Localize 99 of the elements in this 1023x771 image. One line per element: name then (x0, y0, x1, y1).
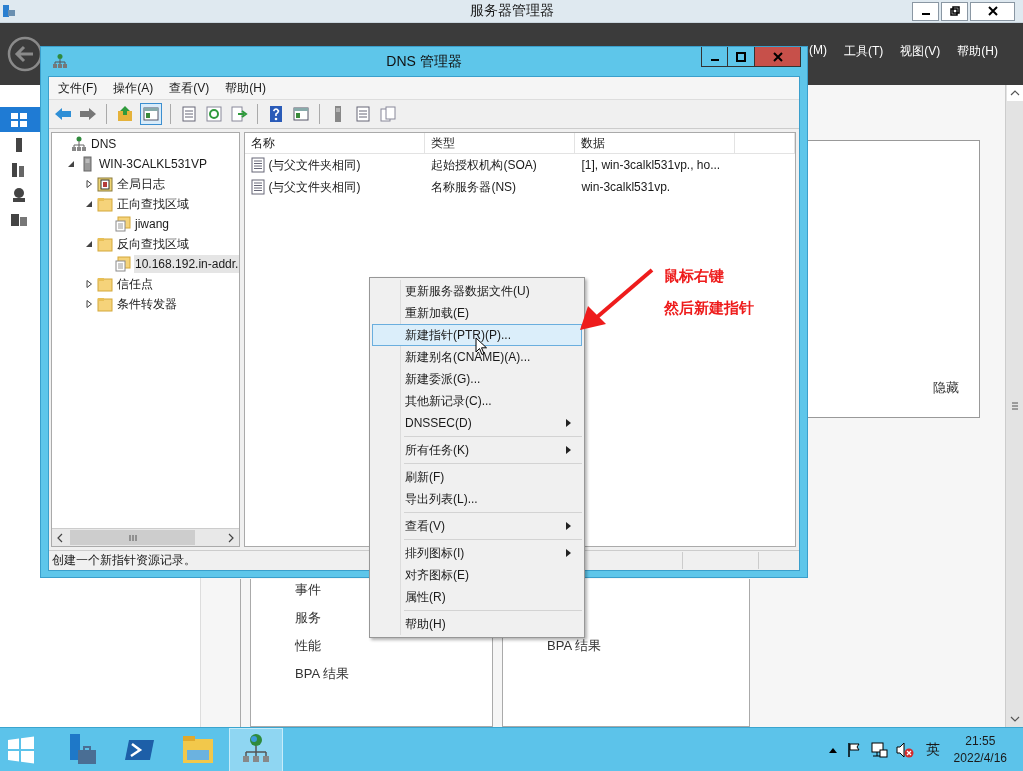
zone-icon (115, 216, 131, 232)
tree-item[interactable]: 信任点 (116, 273, 154, 295)
tile-link[interactable]: 性能 (295, 637, 492, 655)
minimize-button[interactable] (701, 47, 728, 67)
folder-icon (97, 196, 113, 212)
menu-item[interactable]: 新建委派(G)... (372, 368, 582, 390)
minimize-icon (921, 13, 930, 15)
menu-item[interactable]: 导出列表(L)... (372, 488, 582, 510)
zone-icon (115, 256, 131, 272)
window-title: 服务器管理器 (469, 2, 554, 20)
table-cell: [1], win-3calkl531vp., ho... (581, 158, 721, 172)
collapse-triangle-icon[interactable] (84, 199, 94, 209)
dns-app-icon (52, 53, 68, 69)
record-icon (250, 179, 267, 195)
menu-item[interactable]: 更新服务器数据文件(U) (372, 280, 582, 302)
network-icon[interactable] (869, 742, 888, 758)
folder-icon (97, 296, 113, 312)
column-header[interactable]: 数据 (575, 133, 736, 153)
table-cell: win-3calkl531vp. (581, 180, 671, 194)
menu-item[interactable]: 工具(T) (844, 42, 884, 60)
column-header[interactable]: 类型 (425, 133, 576, 153)
window-title: DNS 管理器 (386, 53, 462, 71)
table-cell: 起始授权机构(SOA) (431, 156, 537, 174)
annotation-text: 然后新建指针 (664, 298, 754, 318)
tree-item[interactable]: 正向查找区域 (116, 193, 190, 215)
tree-item[interactable]: jiwang (134, 215, 171, 233)
vertical-scrollbar[interactable] (1005, 85, 1023, 727)
dashboard-icon (10, 111, 28, 128)
menu-item[interactable]: 查看(V) (169, 79, 210, 97)
menu-item[interactable]: 帮助(H) (225, 79, 266, 97)
menu-item[interactable]: 操作(A) (113, 79, 154, 97)
volume-muted-icon[interactable] (895, 742, 914, 758)
horizontal-scrollbar[interactable] (52, 528, 240, 546)
menu-item[interactable]: 所有任务(K) (372, 439, 582, 461)
menu-item[interactable]: 新建指针(PTR)(P)... (372, 324, 582, 346)
tree-item[interactable]: 10.168.192.in-addr. (134, 255, 240, 273)
expand-triangle-icon[interactable] (84, 279, 94, 289)
menu-item[interactable]: 其他新记录(C)... (372, 390, 582, 412)
hide-link[interactable]: 隐藏 (933, 379, 959, 397)
menu-item[interactable]: 文件(F) (58, 79, 98, 97)
tile-link[interactable]: BPA 结果 (547, 637, 749, 655)
maximize-icon (736, 51, 746, 62)
server-manager-icon (2, 4, 16, 18)
tree-item[interactable]: 全局日志 (116, 173, 166, 195)
show-hidden-icons-icon[interactable] (827, 746, 838, 754)
minimize-button[interactable] (912, 1, 939, 21)
minimize-icon (710, 58, 719, 61)
menu-item[interactable]: 帮助(H) (372, 613, 582, 635)
annotation-text: 鼠标右键 (664, 266, 725, 286)
expand-triangle-icon[interactable] (84, 179, 94, 189)
tree-item[interactable]: DNS (90, 135, 118, 153)
close-icon (771, 51, 784, 62)
menu-item[interactable]: 查看(V) (372, 515, 582, 537)
status-bar-text: 创建一个新指针资源记录。 (51, 552, 196, 569)
menu-item[interactable]: 帮助(H) (957, 42, 998, 60)
clock-time[interactable]: 21:55 (965, 733, 996, 750)
tree-item[interactable]: 条件转发器 (116, 293, 178, 315)
restore-button[interactable] (941, 1, 968, 21)
clock-date[interactable]: 2022/4/16 (953, 750, 1007, 767)
scroll-thumb[interactable] (70, 530, 195, 545)
panel-icon[interactable] (140, 103, 162, 125)
panel-icon[interactable] (291, 104, 311, 124)
menu-item[interactable]: (M) (809, 42, 827, 60)
table-cell[interactable]: (与父文件夹相同) (268, 178, 361, 196)
close-icon (987, 6, 998, 16)
close-button[interactable] (970, 1, 1015, 21)
expand-triangle-icon[interactable] (84, 299, 94, 309)
menu-item[interactable]: 刷新(F) (372, 466, 582, 488)
collapse-triangle-icon[interactable] (66, 159, 76, 169)
folder-icon (97, 276, 113, 292)
up-icon[interactable] (115, 104, 135, 124)
files-icon (10, 211, 28, 228)
flag-icon[interactable] (845, 742, 862, 758)
menu-item[interactable]: 排列图标(I) (372, 542, 582, 564)
back-icon[interactable] (7, 36, 43, 72)
refresh-icon[interactable] (204, 104, 224, 124)
folder-icon (97, 236, 113, 252)
menu-item[interactable]: 重新加载(E) (372, 302, 582, 324)
scroll-up-icon[interactable] (1006, 85, 1023, 101)
collapse-triangle-icon[interactable] (84, 239, 94, 249)
restore-icon (949, 6, 960, 16)
tree-item[interactable]: 反向查找区域 (116, 233, 190, 255)
menu-item[interactable]: DNSSEC(D) (372, 412, 582, 434)
table-cell[interactable]: (与父文件夹相同) (268, 156, 361, 174)
input-method-indicator[interactable]: 英 (925, 741, 940, 759)
taskbar-app[interactable] (229, 728, 283, 771)
tile-link[interactable]: BPA 结果 (295, 665, 492, 683)
menu-item[interactable]: 属性(R) (372, 586, 582, 608)
log-icon (97, 176, 113, 192)
export-icon[interactable] (229, 104, 249, 124)
record-icon (250, 157, 267, 173)
table-cell: 名称服务器(NS) (431, 178, 517, 196)
menu-item[interactable]: 新建别名(CNAME)(A)... (372, 346, 582, 368)
nav-item[interactable] (0, 107, 40, 132)
menu-item[interactable]: 视图(V) (900, 42, 941, 60)
tree-item[interactable]: WIN-3CALKL531VP (98, 155, 209, 173)
menu-item[interactable]: 对齐图标(E) (372, 564, 582, 586)
start-icon[interactable] (7, 736, 35, 764)
column-header[interactable]: 名称 (245, 133, 426, 153)
